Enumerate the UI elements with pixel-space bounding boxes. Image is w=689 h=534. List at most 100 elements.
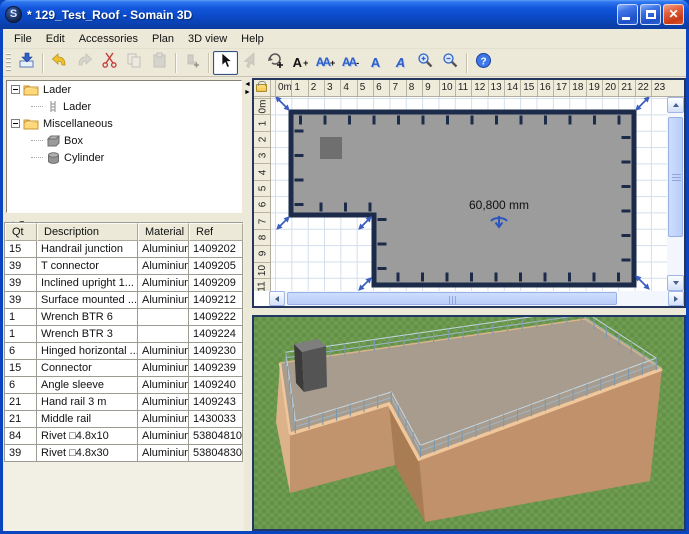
app-window: S * 129_Test_Roof - Somain 3D ✕ FileEdit…: [0, 0, 689, 534]
folder-icon: [23, 83, 39, 96]
export-button[interactable]: [14, 51, 39, 75]
menu-bar: FileEditAccessoriesPlan3D viewHelp: [3, 29, 686, 49]
cell-ref: 1409243: [189, 394, 243, 411]
tree-table-splitter[interactable]: ▲▼: [3, 213, 242, 222]
add-text-modifier: +: [303, 58, 308, 68]
menu-item-help[interactable]: Help: [234, 31, 271, 47]
ruler-tick-h: 23: [651, 80, 667, 97]
plan-vscrollbar[interactable]: [667, 97, 684, 291]
zoom-out-button[interactable]: [438, 51, 463, 75]
plan-grid-area[interactable]: 60,800 mm: [271, 97, 667, 291]
collapse-toggle-icon[interactable]: [11, 119, 20, 128]
cell-material: Aluminium: [138, 241, 189, 258]
titlebar[interactable]: S * 129_Test_Roof - Somain 3D ✕: [0, 0, 689, 29]
plan-accessory-box[interactable]: [320, 137, 342, 159]
scroll-right-button[interactable]: [668, 291, 684, 306]
maximize-button[interactable]: [640, 4, 661, 25]
ruler-tick-h: 12: [471, 80, 487, 97]
cell-ref: 1409209: [189, 275, 243, 292]
cell-description: Hinged horizontal ...: [37, 343, 138, 360]
table-row[interactable]: 39Inclined upright 1...Aluminium1409209: [5, 275, 243, 292]
folder-icon: [23, 117, 39, 130]
table-row[interactable]: 21Middle railAluminium1430033: [5, 411, 243, 428]
ruler-tick-h: 13: [488, 80, 504, 97]
cell-material: [138, 309, 189, 326]
cell-description: Angle sleeve: [37, 377, 138, 394]
help-button[interactable]: ?: [471, 51, 496, 75]
menu-item-edit[interactable]: Edit: [39, 31, 72, 47]
toolbar-separator: [466, 53, 468, 73]
font-decrease-button[interactable]: AA-: [338, 51, 363, 75]
select-button[interactable]: [213, 51, 238, 75]
plan-2d-view[interactable]: 0m1234567891011121314151617181920212223 …: [252, 78, 686, 308]
add-accessory-icon: [184, 52, 201, 74]
paste-icon: [151, 52, 168, 74]
add-text-button[interactable]: A+: [288, 51, 313, 75]
table-row[interactable]: 39Surface mounted ...Aluminium1409212: [5, 292, 243, 309]
table-row[interactable]: 6Angle sleeveAluminium1409240: [5, 377, 243, 394]
table-row[interactable]: 6Hinged horizontal ...Aluminium1409230: [5, 343, 243, 360]
scroll-left-button[interactable]: [269, 291, 285, 306]
table-row[interactable]: 39T connectorAluminium1409205: [5, 258, 243, 275]
hscroll-thumb[interactable]: [287, 292, 617, 305]
table-row[interactable]: 15Handrail junctionAluminium1409202: [5, 241, 243, 258]
cell-material: Aluminium: [138, 258, 189, 275]
help-icon: ?: [475, 52, 492, 74]
collapse-toggle-icon[interactable]: [11, 85, 20, 94]
table-row[interactable]: 39Rivet □4.8x30Aluminium53804830: [5, 445, 243, 462]
toolbar-grip-icon[interactable]: [6, 53, 11, 73]
menu-item-file[interactable]: File: [7, 31, 39, 47]
tree-node-lader[interactable]: Lader: [7, 98, 241, 115]
tree-node-cylinder[interactable]: Cylinder: [7, 149, 241, 166]
table-row[interactable]: 21Hand rail 3 mAluminium1409243: [5, 394, 243, 411]
rotate-button[interactable]: [263, 51, 288, 75]
collapse-right-icon[interactable]: ►: [244, 89, 252, 97]
table-row[interactable]: 84Rivet □4.8x10Aluminium53804810: [5, 428, 243, 445]
plan-hscrollbar[interactable]: [269, 291, 684, 306]
parts-table: QtDescriptionMaterialRef15Handrail junct…: [4, 222, 243, 462]
table-row[interactable]: 1Wrench BTR 61409222: [5, 309, 243, 326]
ruler-tick-h: 7: [389, 80, 405, 97]
font-increase-button[interactable]: AA+: [313, 51, 338, 75]
pan-button: [238, 51, 263, 75]
tree-node-box[interactable]: Box: [7, 132, 241, 149]
cut-icon: [101, 52, 118, 74]
menu-item-3d-view[interactable]: 3D view: [181, 31, 234, 47]
undo-button[interactable]: [47, 51, 72, 75]
table-row[interactable]: 15ConnectorAluminium1409239: [5, 360, 243, 377]
vertical-splitter-handle[interactable]: ◄ ►: [244, 81, 252, 97]
tree-node-miscellaneous[interactable]: Miscellaneous: [7, 115, 241, 132]
menu-item-accessories[interactable]: Accessories: [72, 31, 145, 47]
column-header-material[interactable]: Material: [138, 223, 189, 241]
tree-node-lader[interactable]: Lader: [7, 81, 241, 98]
scroll-down-button[interactable]: [667, 275, 684, 291]
column-header-description[interactable]: Description: [37, 223, 138, 241]
bold-button[interactable]: A: [363, 51, 388, 75]
cell-qt: 6: [5, 343, 37, 360]
vscroll-thumb[interactable]: [668, 117, 683, 237]
roof-plan-shape[interactable]: [291, 112, 634, 285]
view-splitter[interactable]: ▲▼: [252, 308, 686, 315]
tree-connector: [31, 140, 43, 141]
accessory-tree[interactable]: LaderLaderMiscellaneousBoxCylinder: [6, 80, 242, 213]
column-header-qt[interactable]: Qt: [5, 223, 37, 241]
table-row[interactable]: 1Wrench BTR 31409224: [5, 326, 243, 343]
ruler-tick-h: 18: [569, 80, 585, 97]
cell-material: [138, 326, 189, 343]
scroll-up-button[interactable]: [667, 97, 684, 113]
cell-description: Wrench BTR 6: [37, 309, 138, 326]
cell-ref: 53804830: [189, 445, 243, 462]
close-button[interactable]: ✕: [663, 4, 684, 25]
minimize-button[interactable]: [617, 4, 638, 25]
italic-button[interactable]: A: [388, 51, 413, 75]
menu-item-plan[interactable]: Plan: [145, 31, 181, 47]
collapse-left-icon[interactable]: ◄: [244, 81, 252, 89]
view-3d[interactable]: [252, 315, 686, 531]
cell-qt: 39: [5, 292, 37, 309]
cell-material: Aluminium: [138, 445, 189, 462]
zoom-in-button[interactable]: [413, 51, 438, 75]
cell-description: Surface mounted ...: [37, 292, 138, 309]
cut-button[interactable]: [97, 51, 122, 75]
export-icon: [18, 52, 35, 74]
column-header-ref[interactable]: Ref: [189, 223, 243, 241]
